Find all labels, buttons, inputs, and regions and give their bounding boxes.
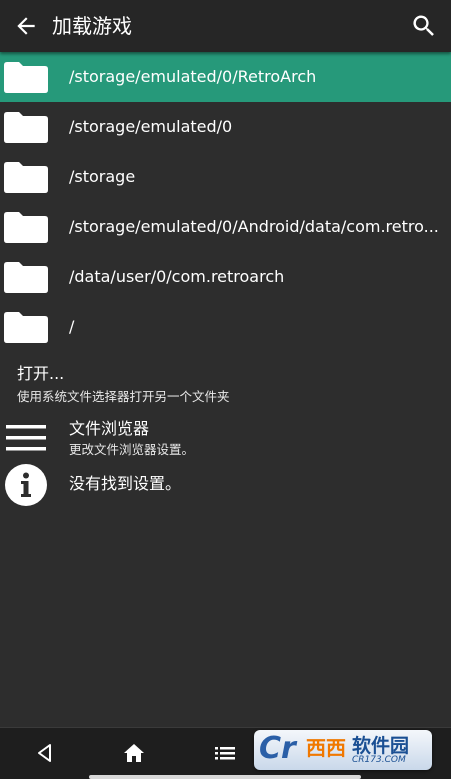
- app-bar: 加载游戏: [0, 0, 451, 52]
- open-folder-title: 打开...: [17, 364, 65, 383]
- open-folder-subtitle: 使用系统文件选择器打开另一个文件夹: [17, 389, 230, 404]
- page-title: 加载游戏: [52, 14, 132, 38]
- folder-row-android-data[interactable]: /storage/emulated/0/Android/data/com.ret…: [0, 202, 451, 252]
- search-icon[interactable]: [410, 12, 438, 40]
- arrow-left-icon[interactable]: [13, 13, 39, 39]
- file-browser-subtitle: 更改文件浏览器设置。: [69, 442, 195, 457]
- folder-path: /storage: [69, 167, 136, 186]
- folder-icon: [4, 112, 48, 143]
- open-folder-item[interactable]: 打开... 使用系统文件选择器打开另一个文件夹: [0, 352, 451, 412]
- no-settings-item: 没有找到设置。: [0, 462, 451, 514]
- folder-path: /: [69, 317, 75, 336]
- watermark-logo: Cr 西西 软件园 CR173.COM: [254, 730, 432, 770]
- folder-icon: [4, 162, 48, 193]
- watermark-brand: 西西: [306, 736, 346, 760]
- triangle-back-icon[interactable]: [34, 742, 56, 764]
- folder-row-root[interactable]: /: [0, 302, 451, 352]
- file-browser-title: 文件浏览器: [69, 419, 150, 438]
- folder-icon: [4, 212, 48, 243]
- folder-icon: [4, 262, 48, 293]
- watermark-name: 软件园: [352, 735, 410, 757]
- folder-icon: [4, 312, 48, 343]
- hamburger-menu-icon: [6, 425, 46, 451]
- watermark-cr: Cr: [259, 731, 296, 766]
- info-icon: [5, 464, 47, 506]
- file-browser-settings-item[interactable]: 文件浏览器 更改文件浏览器设置。: [0, 412, 451, 462]
- home-icon[interactable]: [123, 742, 145, 764]
- folder-row-storage[interactable]: /storage: [0, 152, 451, 202]
- folder-path: /storage/emulated/0/Android/data/com.ret…: [69, 217, 439, 236]
- list-menu-icon[interactable]: [214, 742, 236, 764]
- watermark-domain: CR173.COM: [352, 755, 406, 765]
- folder-list: /storage/emulated/0/RetroArch /storage/e…: [0, 52, 451, 514]
- gesture-bar: [89, 775, 361, 779]
- folder-row-emulated-0[interactable]: /storage/emulated/0: [0, 102, 451, 152]
- folder-path: /data/user/0/com.retroarch: [69, 267, 285, 286]
- no-settings-text: 没有找到设置。: [69, 474, 182, 493]
- folder-row-retroarch[interactable]: /storage/emulated/0/RetroArch: [0, 52, 451, 102]
- folder-path: /storage/emulated/0/RetroArch: [69, 67, 317, 86]
- folder-icon: [4, 62, 48, 93]
- folder-path: /storage/emulated/0: [69, 117, 233, 136]
- folder-row-data-user[interactable]: /data/user/0/com.retroarch: [0, 252, 451, 302]
